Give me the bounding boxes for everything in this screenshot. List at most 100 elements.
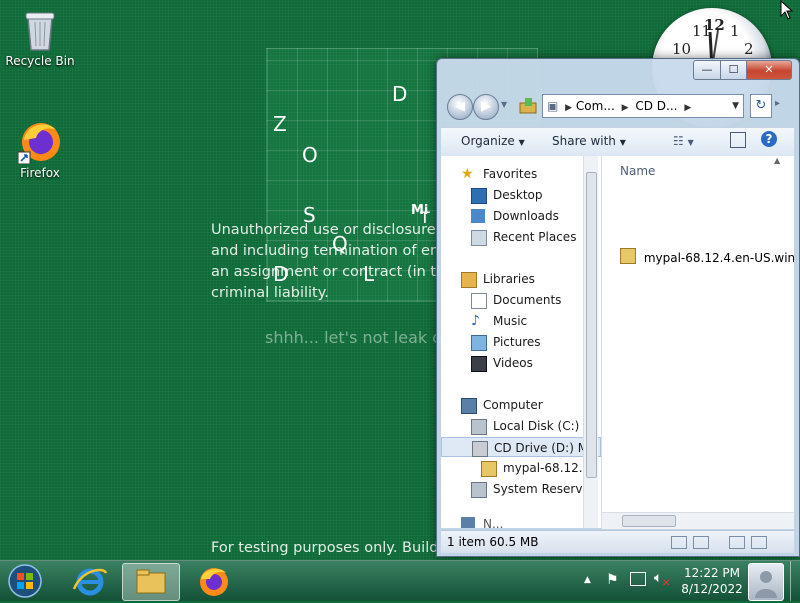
- wallpaper-letter: O: [302, 143, 318, 167]
- views-button[interactable]: ☷ ▼: [673, 134, 694, 148]
- nav-network-header[interactable]: N...: [461, 514, 503, 528]
- notice-line: criminal liability.: [211, 285, 329, 301]
- mute-x-icon: ✕: [662, 578, 671, 589]
- forward-button[interactable]: ▶: [473, 94, 499, 120]
- notice-line: and including termination of emp: [211, 243, 454, 259]
- organize-button[interactable]: Organize ▼: [461, 134, 525, 148]
- nav-item-cd-drive[interactable]: CD Drive (D:) My: [441, 437, 601, 457]
- breadcrumb-segment[interactable]: Com...: [576, 99, 615, 113]
- navigation-bar: ◀ ▶ ▼ ▣ ▶ Com... ▶ CD D... ▶ ▼ ↻ ▸: [445, 92, 791, 120]
- column-header-name[interactable]: Name: [620, 164, 655, 178]
- desktop-icon: [471, 188, 487, 204]
- nav-item-documents[interactable]: Documents: [471, 290, 561, 310]
- music-icon: ♪: [471, 313, 480, 329]
- nav-computer-header[interactable]: Computer: [461, 395, 543, 415]
- status-text: 1 item 60.5 MB: [447, 535, 539, 549]
- address-bar[interactable]: ▣ ▶ Com... ▶ CD D... ▶ ▼: [542, 94, 744, 118]
- network-icon[interactable]: [630, 572, 646, 586]
- taskbar-internet-explorer[interactable]: [62, 563, 118, 599]
- mouse-cursor-icon: [780, 0, 794, 20]
- recent-places-icon: [471, 230, 487, 246]
- status-bar: 1 item 60.5 MB: [441, 530, 794, 553]
- back-button[interactable]: ◀: [447, 94, 473, 120]
- nav-pane-scrollbar[interactable]: [583, 156, 598, 528]
- recent-pages-dropdown-icon[interactable]: ▼: [501, 100, 507, 109]
- preview-pane-button[interactable]: [730, 132, 746, 148]
- large-icons-view-icon[interactable]: [693, 536, 709, 549]
- pictures-icon: [471, 335, 487, 351]
- maximize-button[interactable]: ☐: [720, 60, 747, 80]
- nav-item-desktop[interactable]: Desktop: [471, 185, 543, 205]
- nav-item-label: CD Drive (D:) My: [494, 441, 596, 455]
- file-list: Name ▲ mypal-68.12.4.en-US.win32: [602, 156, 794, 528]
- minimize-button[interactable]: —: [693, 60, 721, 80]
- internet-explorer-icon: [72, 568, 108, 596]
- downloads-icon: [471, 209, 485, 223]
- nav-item-downloads[interactable]: Downloads: [471, 206, 559, 226]
- chevron-right-icon: ▶: [621, 103, 629, 113]
- computer-icon: ▣: [547, 99, 559, 113]
- libraries-icon: [461, 272, 477, 288]
- title-bar[interactable]: — ☐ ✕: [437, 59, 799, 87]
- system-clock[interactable]: 12:22 PM 8/12/2022: [678, 565, 746, 597]
- nav-favorites-header[interactable]: ★ Favorites: [461, 164, 537, 184]
- clock-date: 8/12/2022: [681, 582, 743, 596]
- nav-item-recent-places[interactable]: Recent Places: [471, 227, 576, 247]
- clock-time: 12:22 PM: [684, 566, 740, 580]
- refresh-button[interactable]: ↻: [750, 94, 772, 118]
- user-avatar[interactable]: [748, 563, 784, 601]
- desktop-icon-firefox[interactable]: Firefox: [0, 118, 80, 180]
- share-with-button[interactable]: Share with ▼: [552, 134, 626, 148]
- firefox-icon: [200, 568, 228, 596]
- taskbar-windows-explorer[interactable]: [122, 563, 180, 601]
- nav-item-mypal-folder[interactable]: mypal-68.12.4.: [481, 458, 595, 478]
- action-center-flag-icon[interactable]: ⚑: [606, 572, 619, 588]
- recycle-bin-icon: [18, 6, 62, 51]
- details-view-icon[interactable]: [671, 536, 687, 549]
- desktop-icon-recycle-bin[interactable]: Recycle Bin: [0, 6, 80, 68]
- list-item[interactable]: mypal-68.12.4.en-US.win32: [620, 248, 794, 268]
- scrollbar-thumb[interactable]: [622, 515, 676, 527]
- help-icon[interactable]: ?: [761, 131, 777, 147]
- taskbar: ▲ ⚑ 🔈︎ ✕ 12:22 PM 8/12/2022: [0, 560, 800, 601]
- hard-drive-icon: [471, 419, 487, 435]
- address-dropdown-icon[interactable]: ▼: [732, 95, 739, 117]
- taskbar-firefox[interactable]: [186, 563, 242, 599]
- network-icon: [461, 517, 475, 528]
- notice-line: an assignment or contract (in the c: [211, 264, 467, 280]
- share-with-label: Share with: [552, 134, 616, 148]
- show-hidden-icons-button[interactable]: ▲: [584, 575, 591, 585]
- chevron-right-icon: ▶: [565, 103, 573, 113]
- star-icon: ★: [461, 166, 474, 182]
- chevron-down-icon: ▼: [518, 138, 525, 147]
- nav-item-system-reserved[interactable]: System Reserved: [471, 479, 598, 499]
- show-desktop-button[interactable]: [790, 561, 800, 601]
- nav-item-label: Downloads: [493, 209, 559, 223]
- explorer-window[interactable]: — ☐ ✕ ◀ ▶ ▼ ▣ ▶ Com... ▶ CD D... ▶ ▼ ↻ ▸: [436, 58, 800, 557]
- wallpaper-letter: D: [392, 82, 408, 106]
- nav-item-music[interactable]: ♪ Music: [471, 311, 527, 331]
- details-pane-toggle-icon[interactable]: [751, 536, 767, 549]
- folder-icon: [136, 569, 166, 594]
- nav-item-label: mypal-68.12.4.: [503, 461, 595, 475]
- close-button[interactable]: ✕: [746, 60, 792, 80]
- desktop: D Z O S Q D L T Mi Unauthorized use or d…: [0, 0, 800, 560]
- nav-item-label: System Reserved: [493, 482, 598, 496]
- nav-item-local-disk[interactable]: Local Disk (C:): [471, 416, 580, 436]
- breadcrumb-segment[interactable]: CD D...: [635, 99, 677, 113]
- start-button[interactable]: [6, 563, 44, 599]
- preview-toggle-icon[interactable]: [729, 536, 745, 549]
- nav-item-pictures[interactable]: Pictures: [471, 332, 541, 352]
- horizontal-scrollbar[interactable]: [602, 512, 794, 529]
- nav-libraries-header[interactable]: Libraries: [461, 269, 535, 289]
- folder-icon: [481, 461, 497, 477]
- nav-item-videos[interactable]: Videos: [471, 353, 533, 373]
- cd-drive-icon: [519, 95, 537, 118]
- command-bar: Organize ▼ Share with ▼ ☷ ▼ ?: [441, 127, 794, 157]
- search-dropdown-icon[interactable]: ▸: [775, 98, 780, 109]
- scrollbar-thumb[interactable]: [586, 172, 597, 478]
- videos-icon: [471, 356, 487, 372]
- file-name: mypal-68.12.4.en-US.win32: [643, 251, 794, 265]
- folder-icon: [620, 248, 636, 264]
- nav-item-label: Local Disk (C:): [493, 419, 580, 433]
